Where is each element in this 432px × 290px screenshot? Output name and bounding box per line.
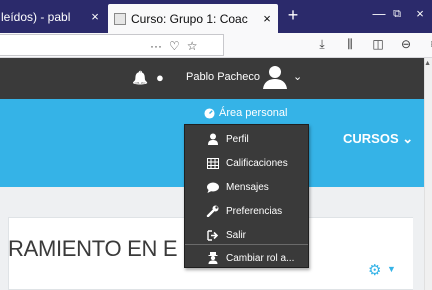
favicon-icon [114,12,126,25]
menu-item-label: Salir [226,229,247,241]
menu-icon[interactable]: ≡ [427,37,432,52]
dashboard-icon [204,107,215,119]
user-icon [208,133,218,145]
tab-title: leídos) - pabl [1,9,71,24]
menu-item-preferencias[interactable]: Preferencias [185,199,308,223]
window-close-button[interactable]: × [409,6,431,21]
area-personal-link[interactable]: Área personal [204,107,288,119]
user-secret-icon [208,252,218,264]
menu-item-label: Mensajes [226,181,269,193]
bookmark-star-icon[interactable]: ☆ [187,36,198,55]
tab-title: Curso: Grupo 1: Coac [131,11,248,26]
account-icon[interactable]: ⊖ [399,37,413,52]
restore-button[interactable]: ⧉ [386,8,408,21]
area-personal-label: Área personal [219,107,288,119]
menu-item-calificaciones[interactable]: Calificaciones [185,151,308,175]
menu-item-label: Calificaciones [226,157,288,169]
sidebar-icon[interactable]: ◫ [371,37,385,52]
browser-tab-messages[interactable]: leídos) - pabl × [0,0,106,33]
site-navbar: 🔔 ● Pablo Pacheco ⌄ [0,58,432,99]
browser-tab-strip: leídos) - pabl × Curso: Grupo 1: Coac × … [0,0,432,33]
chevron-down-icon[interactable]: ⌄ [293,70,302,83]
menu-item-mensajes[interactable]: Mensajes [185,175,308,199]
menu-item-label: Cambiar rol a... [226,252,295,264]
tab-close-icon[interactable]: × [88,9,102,24]
chat-icon[interactable]: ● [156,70,164,85]
page-actions-icon[interactable]: ··· [150,36,162,55]
gear-icon[interactable]: ⚙ [368,261,381,279]
user-name[interactable]: Pablo Pacheco [186,71,260,83]
scrollbar[interactable] [424,58,432,290]
library-icon[interactable]: ⫼ [343,37,357,52]
scroll-up-icon[interactable]: ▲ [424,60,431,67]
download-icon[interactable]: ⤓ [315,37,329,52]
chevron-down-icon[interactable]: ▼ [387,264,396,274]
chat-icon [207,182,219,193]
wrench-icon [206,205,219,217]
menu-item-label: Perfil [226,133,249,145]
avatar-icon[interactable] [262,64,288,90]
pocket-icon[interactable]: ♡ [169,36,180,55]
menu-item-cambiar-rol[interactable]: Cambiar rol a... [185,246,308,270]
page-title: RAMIENTO EN E [8,236,178,261]
new-tab-button[interactable]: + [283,4,303,28]
browser-toolbar: ··· ♡ ☆ ⤓ ⫼ ◫ ⊖ ≡ [0,33,432,58]
bell-icon[interactable]: 🔔 [132,70,148,86]
tab-close-icon[interactable]: × [260,11,274,26]
menu-item-perfil[interactable]: Perfil [185,127,308,151]
user-menu-dropdown: Perfil Calificaciones Mensajes Preferenc… [184,124,309,268]
browser-tab-course[interactable]: Curso: Grupo 1: Coac × [108,4,278,33]
menu-item-label: Preferencias [226,205,283,217]
url-bar[interactable]: ··· ♡ ☆ [0,34,224,56]
table-icon [207,157,219,169]
menu-divider [185,244,308,245]
courses-menu[interactable]: CURSOS ⌄ [343,131,413,147]
sign-out-icon [207,229,219,241]
